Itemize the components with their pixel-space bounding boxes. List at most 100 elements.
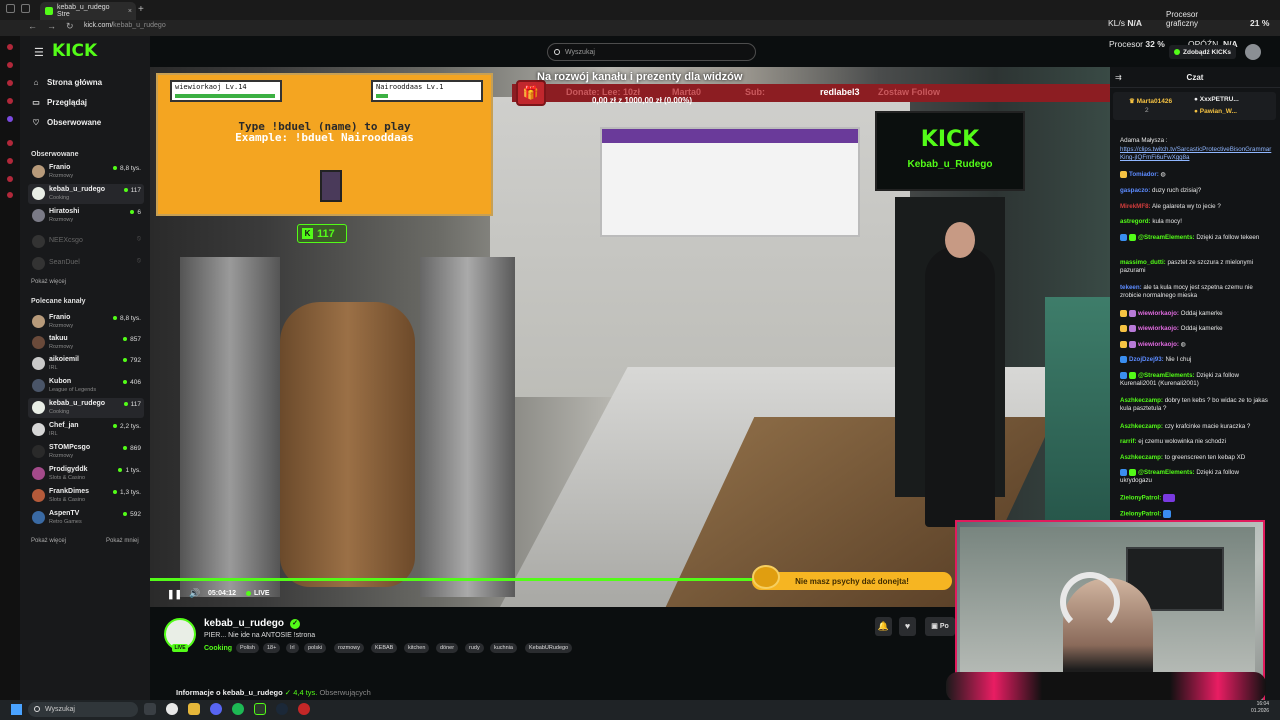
pause-icon[interactable]: ❚❚ (167, 589, 182, 600)
side-app-icon[interactable] (7, 140, 13, 146)
kick-app-icon[interactable] (254, 703, 266, 715)
taskbar-search[interactable]: Wyszukaj (28, 702, 138, 717)
tab-list-icon[interactable] (21, 4, 30, 13)
sidebar-channel[interactable]: Franio Rozmowy 8,8 tys. (28, 312, 144, 332)
browser-tab[interactable]: kebab_u_rudego Stre × (40, 2, 136, 20)
chat-message: @StreamElements: Dzięki za follow ukrydo… (1120, 469, 1239, 485)
sidebar-channel[interactable]: FrankDimes Slots & Casino 1,3 tys. (28, 486, 144, 506)
forward-icon[interactable]: → (47, 21, 56, 32)
url-field[interactable]: kick.com/kebab_u_rudego (84, 22, 166, 29)
sidebar-channel[interactable]: SeanDuel ⦸ (28, 254, 144, 274)
nav-buttons: ← → ↻ (28, 21, 74, 32)
followed-show-more[interactable]: Pokaż więcej (31, 279, 66, 285)
sidebar-channel[interactable]: Prodigyddk Slots & Casino 1 tys. (28, 464, 144, 484)
top-gifter[interactable]: ● XxxPETRU... (1194, 96, 1239, 103)
sidebar-channel[interactable]: aikoiemil IRL 792 (28, 354, 144, 374)
offline-icon: ⦸ (136, 257, 141, 264)
steam-icon[interactable] (276, 703, 288, 715)
top-gifter[interactable]: ● Pawian_W... (1194, 108, 1237, 115)
banner-title: Na rozwój kanału i prezenty dla widzów (537, 71, 743, 83)
game-example: Example: !bduel Nairooddaas (235, 131, 414, 144)
avatar (32, 379, 45, 392)
app-icon[interactable] (298, 703, 310, 715)
chat-message: astregord: kula mocy! (1120, 218, 1182, 225)
home-icon: ⌂ (33, 78, 39, 87)
emote-icon (1163, 494, 1175, 502)
new-tab-button[interactable]: + (138, 4, 144, 15)
sidebar-channel[interactable]: kebab_u_rudego Cooking 117 (28, 184, 144, 204)
notification-bell-icon[interactable]: 🔔 (875, 617, 892, 636)
reload-icon[interactable]: ↻ (66, 21, 74, 32)
stream-tag[interactable]: KebabURudego (525, 643, 573, 653)
sidebar-channel[interactable]: Chef_jan IRL 2,2 tys. (28, 420, 144, 440)
gift-sub-button[interactable]: ▣ Po (925, 617, 955, 636)
side-app-icon[interactable] (7, 62, 13, 68)
stream-category[interactable]: Cooking (204, 645, 232, 652)
close-tab-icon[interactable]: × (128, 8, 132, 15)
emote-icon (1163, 510, 1171, 518)
show-more-button[interactable]: Pokaż więcej (31, 538, 66, 544)
opera-icon[interactable] (166, 703, 178, 715)
side-app-icon[interactable] (7, 192, 13, 198)
windows-start-icon[interactable] (11, 704, 22, 715)
back-icon[interactable]: ← (28, 21, 37, 32)
avatar[interactable] (1245, 44, 1261, 60)
sidebar-channel[interactable]: Hiratoshi Rozmowy 6 (28, 206, 144, 226)
sidebar-channel[interactable]: STOMPcsgo Rozmowy 869 (28, 442, 144, 462)
system-clock[interactable]: 16:04 01.2026 (1251, 701, 1269, 715)
sidebar-channel[interactable]: takuu Rozmowy 857 (28, 333, 144, 353)
about-section: Informacje o kebab_u_rudego ✓ 4,4 tys. O… (176, 688, 371, 697)
sidebar-channel[interactable]: AspenTV Retro Games 592 (28, 508, 144, 528)
stream-tag[interactable]: KEBAB (371, 643, 398, 653)
recommended-header: Polecane kanały (31, 298, 86, 305)
nav-browse[interactable]: ▭ Przeglądaj (32, 98, 87, 107)
volume-icon[interactable]: 🔊 (189, 588, 200, 599)
sidebar-channel[interactable]: NEEXcsgo ⦸ (28, 232, 144, 252)
sidebar-channel[interactable]: Franio Rozmowy 8,8 tys. (28, 162, 144, 182)
stream-tag[interactable]: kitchen (404, 643, 430, 653)
task-view-icon[interactable] (144, 703, 156, 715)
stream-tag[interactable]: Polish (236, 643, 259, 653)
side-app-icon[interactable] (7, 176, 13, 182)
sidebar-channel[interactable]: kebab_u_rudego Cooking 117 (28, 398, 144, 418)
stream-tag[interactable]: polski (304, 643, 327, 653)
chat-message-link[interactable]: https://clips.twitch.tv/SarcasticProtect… (1120, 146, 1272, 162)
get-kicks-button[interactable]: Zdobądź KICKs (1169, 45, 1237, 59)
side-app-icon[interactable] (7, 44, 13, 50)
medal-icon: ● (1194, 108, 1198, 115)
sidebar-channel[interactable]: Kubon League of Legends 406 (28, 376, 144, 396)
stream-tag[interactable]: rudy (465, 643, 484, 653)
chat-message: tekeen: ale ta kula mocy jest szpetna cz… (1120, 284, 1253, 299)
side-app-icon[interactable] (7, 80, 13, 86)
stream-tag[interactable]: kuchnia (490, 643, 517, 653)
side-app-icon[interactable] (7, 158, 13, 164)
side-app-icon[interactable] (7, 98, 13, 104)
heart-icon[interactable]: ♥ (899, 617, 916, 636)
search-input[interactable]: Wyszukaj (547, 43, 756, 61)
file-explorer-icon[interactable] (188, 703, 200, 715)
banner-follow: Zostaw Follow (878, 87, 940, 97)
show-less-button[interactable]: Pokaż mniej (106, 538, 139, 544)
emote-icon: ◍ (1180, 341, 1187, 349)
avatar (32, 336, 45, 349)
stream-tag[interactable]: Irl (286, 643, 299, 653)
browse-icon: ▭ (32, 98, 40, 107)
chat-message: Tomiador: ◍ (1120, 171, 1272, 179)
spotify-icon[interactable] (232, 703, 244, 715)
chat-message: Adama Małysza : (1120, 137, 1168, 144)
nav-home[interactable]: ⌂ Strona główna (32, 78, 103, 87)
top-gifter[interactable]: ♛ Marta01426 (1129, 97, 1172, 105)
discord-icon[interactable] (210, 703, 222, 715)
stream-tag[interactable]: döner (436, 643, 459, 653)
duel-game-overlay: wiewiorkaoj Lv.14 Nairooddaas Lv.1 Type … (156, 73, 493, 216)
nav-following[interactable]: ♡ Obserwowane (32, 118, 101, 127)
profile-icon[interactable] (6, 4, 15, 13)
browser-tab-bar: kebab_u_rudego Stre × + (0, 0, 1280, 20)
side-app-icon[interactable] (7, 116, 13, 122)
stream-tag[interactable]: 18+ (263, 643, 281, 653)
chat-message: ZielonyPatrol: (1120, 494, 1272, 503)
channel-name[interactable]: kebab_u_rudego (204, 618, 284, 629)
kick-logo[interactable]: KICK (52, 41, 97, 61)
menu-icon[interactable]: ☰ (34, 46, 44, 59)
stream-tag[interactable]: rozmowy (334, 643, 365, 653)
